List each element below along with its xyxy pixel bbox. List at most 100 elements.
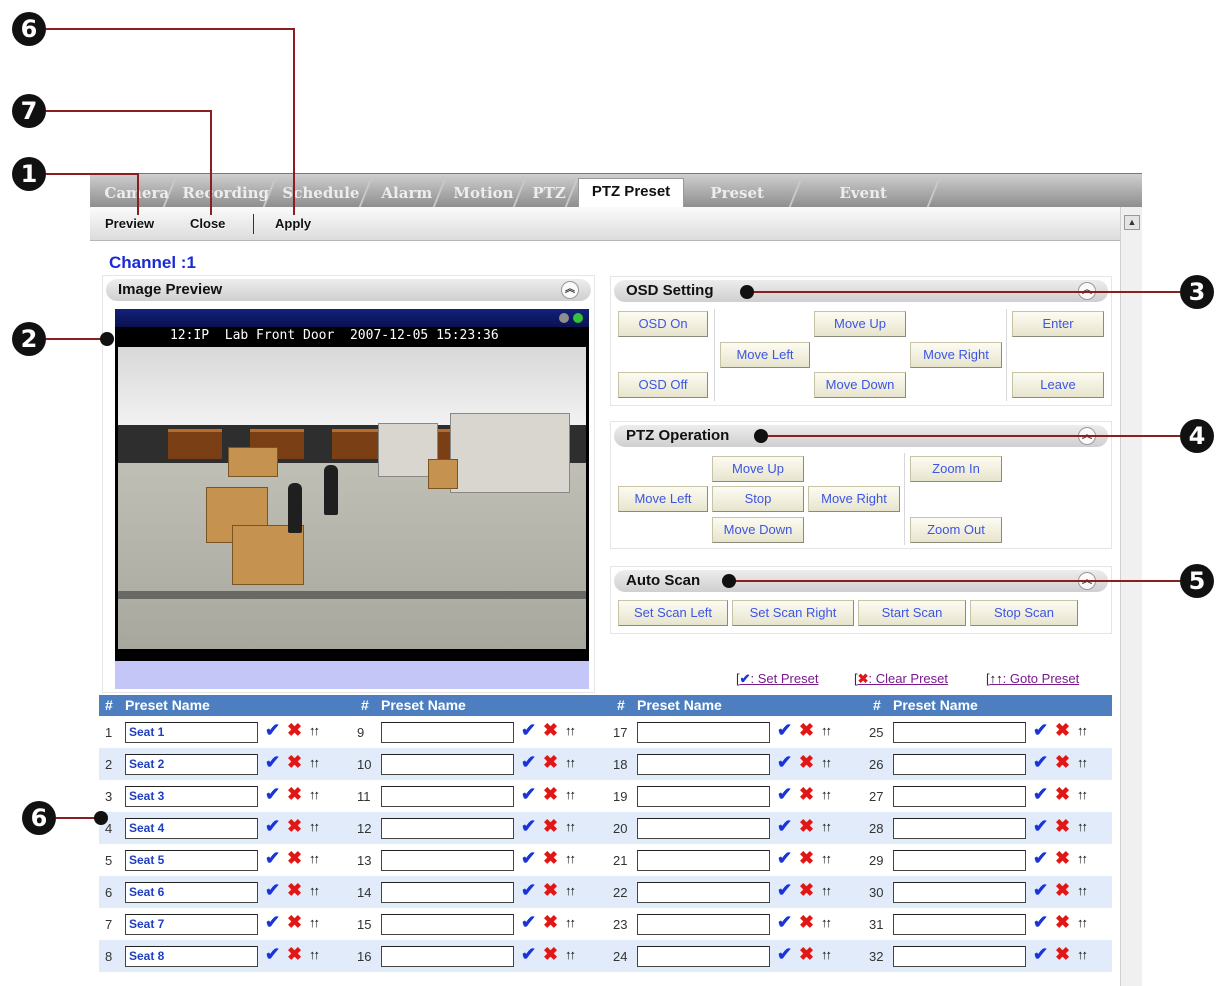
arrows-up-icon[interactable]: ↑↑: [821, 851, 832, 866]
preset-name-input[interactable]: [893, 946, 1026, 967]
arrows-up-icon[interactable]: ↑↑: [821, 819, 832, 834]
preset-name-input[interactable]: [637, 754, 770, 775]
x-icon[interactable]: ✖: [543, 912, 558, 933]
x-icon[interactable]: ✖: [287, 944, 302, 965]
checkmark-icon[interactable]: ✔: [777, 880, 792, 901]
x-icon[interactable]: ✖: [543, 848, 558, 869]
arrows-up-icon[interactable]: ↑↑: [821, 787, 832, 802]
preset-name-input[interactable]: [381, 786, 514, 807]
preset-name-input[interactable]: [637, 946, 770, 967]
preset-name-input[interactable]: [893, 882, 1026, 903]
arrows-up-icon[interactable]: ↑↑: [565, 851, 576, 866]
preset-name-input[interactable]: [637, 850, 770, 871]
x-icon[interactable]: ✖: [287, 752, 302, 773]
ptz-move-left-button[interactable]: Move Left: [618, 486, 708, 512]
arrows-up-icon[interactable]: ↑↑: [821, 755, 832, 770]
preset-name-input[interactable]: [637, 818, 770, 839]
tab-ptz[interactable]: PTZ: [522, 180, 578, 208]
checkmark-icon[interactable]: ✔: [265, 880, 280, 901]
arrows-up-icon[interactable]: ↑↑: [565, 819, 576, 834]
checkmark-icon[interactable]: ✔: [1033, 720, 1048, 741]
arrows-up-icon[interactable]: ↑↑: [1077, 915, 1088, 930]
x-icon[interactable]: ✖: [1055, 848, 1070, 869]
arrows-up-icon[interactable]: ↑↑: [309, 787, 320, 802]
x-icon[interactable]: ✖: [1055, 784, 1070, 805]
checkmark-icon[interactable]: ✔: [521, 880, 536, 901]
checkmark-icon[interactable]: ✔: [521, 816, 536, 837]
tab-camera[interactable]: Camera: [94, 180, 176, 208]
preset-name-input[interactable]: [893, 786, 1026, 807]
preset-name-input[interactable]: [637, 786, 770, 807]
arrows-up-icon[interactable]: ↑↑: [309, 819, 320, 834]
preset-name-input[interactable]: Seat 8: [125, 946, 258, 967]
arrows-up-icon[interactable]: ↑↑: [1077, 787, 1088, 802]
x-icon[interactable]: ✖: [287, 912, 302, 933]
preset-name-input[interactable]: [893, 850, 1026, 871]
arrows-up-icon[interactable]: ↑↑: [309, 883, 320, 898]
arrows-up-icon[interactable]: ↑↑: [1077, 819, 1088, 834]
arrows-up-icon[interactable]: ↑↑: [1077, 851, 1088, 866]
arrows-up-icon[interactable]: ↑↑: [1077, 723, 1088, 738]
preset-name-input[interactable]: [381, 946, 514, 967]
checkmark-icon[interactable]: ✔: [1033, 880, 1048, 901]
x-icon[interactable]: ✖: [287, 880, 302, 901]
checkmark-icon[interactable]: ✔: [265, 784, 280, 805]
x-icon[interactable]: ✖: [1055, 720, 1070, 741]
osd-leave-button[interactable]: Leave: [1012, 372, 1104, 398]
arrows-up-icon[interactable]: ↑↑: [565, 883, 576, 898]
preview-button[interactable]: Preview: [105, 216, 154, 231]
osd-move-down-button[interactable]: Move Down: [814, 372, 906, 398]
x-icon[interactable]: ✖: [1055, 816, 1070, 837]
osd-enter-button[interactable]: Enter: [1012, 311, 1104, 337]
osd-move-up-button[interactable]: Move Up: [814, 311, 906, 337]
x-icon[interactable]: ✖: [799, 816, 814, 837]
x-icon[interactable]: ✖: [543, 944, 558, 965]
x-icon[interactable]: ✖: [799, 944, 814, 965]
preset-name-input[interactable]: [381, 882, 514, 903]
tab-ptz-preset[interactable]: PTZ Preset: [578, 178, 684, 209]
preset-name-input[interactable]: [381, 722, 514, 743]
arrows-up-icon[interactable]: ↑↑: [821, 883, 832, 898]
start-scan-button[interactable]: Start Scan: [858, 600, 966, 626]
stop-scan-button[interactable]: Stop Scan: [970, 600, 1078, 626]
x-icon[interactable]: ✖: [543, 720, 558, 741]
checkmark-icon[interactable]: ✔: [265, 912, 280, 933]
checkmark-icon[interactable]: ✔: [265, 944, 280, 965]
preset-name-input[interactable]: [637, 882, 770, 903]
preset-name-input[interactable]: [893, 754, 1026, 775]
x-icon[interactable]: ✖: [1055, 912, 1070, 933]
tab-schedule[interactable]: Schedule: [272, 180, 372, 208]
x-icon[interactable]: ✖: [287, 816, 302, 837]
zoom-out-button[interactable]: Zoom Out: [910, 517, 1002, 543]
x-icon[interactable]: ✖: [799, 912, 814, 933]
preset-name-input[interactable]: [381, 850, 514, 871]
arrows-up-icon[interactable]: ↑↑: [821, 723, 832, 738]
x-icon[interactable]: ✖: [799, 784, 814, 805]
checkmark-icon[interactable]: ✔: [265, 752, 280, 773]
arrows-up-icon[interactable]: ↑↑: [309, 915, 320, 930]
vertical-scrollbar[interactable]: ▲: [1120, 207, 1142, 986]
checkmark-icon[interactable]: ✔: [521, 944, 536, 965]
x-icon[interactable]: ✖: [799, 752, 814, 773]
ptz-move-up-button[interactable]: Move Up: [712, 456, 804, 482]
checkmark-icon[interactable]: ✔: [777, 912, 792, 933]
preset-name-input[interactable]: Seat 1: [125, 722, 258, 743]
checkmark-icon[interactable]: ✔: [265, 848, 280, 869]
checkmark-icon[interactable]: ✔: [777, 720, 792, 741]
close-button[interactable]: Close: [190, 216, 225, 231]
preset-name-input[interactable]: Seat 4: [125, 818, 258, 839]
preset-name-input[interactable]: Seat 6: [125, 882, 258, 903]
checkmark-icon[interactable]: ✔: [1033, 784, 1048, 805]
checkmark-icon[interactable]: ✔: [1033, 752, 1048, 773]
tab-preset-tour[interactable]: Preset Tour: [684, 180, 802, 228]
preset-name-input[interactable]: [381, 818, 514, 839]
arrows-up-icon[interactable]: ↑↑: [1077, 755, 1088, 770]
x-icon[interactable]: ✖: [287, 720, 302, 741]
x-icon[interactable]: ✖: [1055, 752, 1070, 773]
checkmark-icon[interactable]: ✔: [1033, 912, 1048, 933]
osd-off-button[interactable]: OSD Off: [618, 372, 708, 398]
preset-name-input[interactable]: Seat 2: [125, 754, 258, 775]
scroll-up-icon[interactable]: ▲: [1124, 215, 1140, 230]
ptz-move-right-button[interactable]: Move Right: [808, 486, 900, 512]
checkmark-icon[interactable]: ✔: [777, 848, 792, 869]
